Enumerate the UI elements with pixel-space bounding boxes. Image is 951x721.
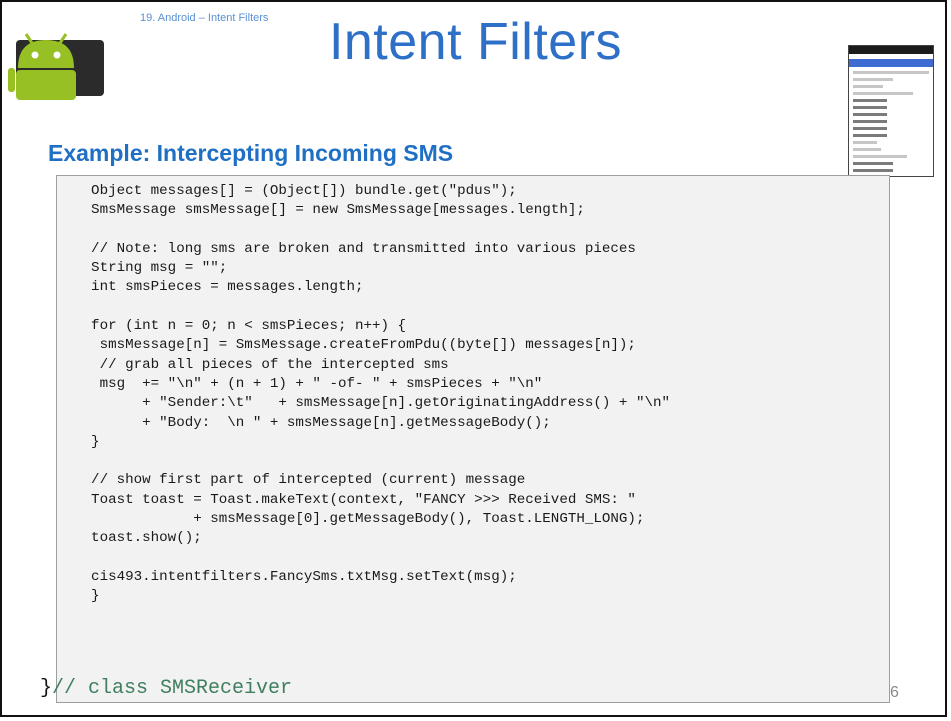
code-line: toast.show(); bbox=[57, 530, 202, 547]
slide-subtitle: Example: Intercepting Incoming SMS bbox=[48, 140, 454, 166]
code-line: for (int n = 0; n < smsPieces; n++) { bbox=[57, 318, 407, 335]
code-line: } bbox=[57, 433, 100, 450]
closing-brace: } bbox=[40, 677, 53, 700]
code-line: // Note: long sms are broken and transmi… bbox=[57, 240, 636, 257]
code-line: // show first part of intercepted (curre… bbox=[57, 472, 526, 489]
class-closing: }// class SMSReceiver bbox=[40, 677, 292, 700]
code-line: + "Sender:\t" + smsMessage[n].getOrigina… bbox=[57, 395, 670, 412]
code-line: + "Body: \n " + smsMessage[n].getMessage… bbox=[57, 414, 551, 431]
code-line: msg += "\n" + (n + 1) + " -of- " + smsPi… bbox=[57, 375, 543, 392]
code-line: cis493.intentfilters.FancySms.txtMsg.set… bbox=[57, 568, 517, 585]
page-number: 6 bbox=[890, 684, 899, 701]
code-line: // grab all pieces of the intercepted sm… bbox=[57, 356, 449, 373]
code-line: smsMessage[n] = SmsMessage.createFromPdu… bbox=[57, 337, 636, 354]
closing-comment: // class SMSReceiver bbox=[52, 677, 293, 700]
code-line: SmsMessage smsMessage[] = new SmsMessage… bbox=[57, 202, 585, 219]
code-line: int smsPieces = messages.length; bbox=[57, 279, 364, 296]
code-line: String msg = ""; bbox=[57, 260, 228, 277]
code-block: Object messages[] = (Object[]) bundle.ge… bbox=[56, 175, 890, 703]
code-line: } bbox=[57, 588, 100, 605]
code-line: Toast toast = Toast.makeText(context, "F… bbox=[57, 491, 636, 508]
phone-screenshot-icon bbox=[848, 45, 934, 177]
code-line: + smsMessage[0].getMessageBody(), Toast.… bbox=[57, 511, 645, 528]
code-line: Object messages[] = (Object[]) bundle.ge… bbox=[57, 183, 517, 199]
slide-title: Intent Filters bbox=[328, 13, 623, 71]
code-listing: Object messages[] = (Object[]) bundle.ge… bbox=[57, 176, 670, 607]
